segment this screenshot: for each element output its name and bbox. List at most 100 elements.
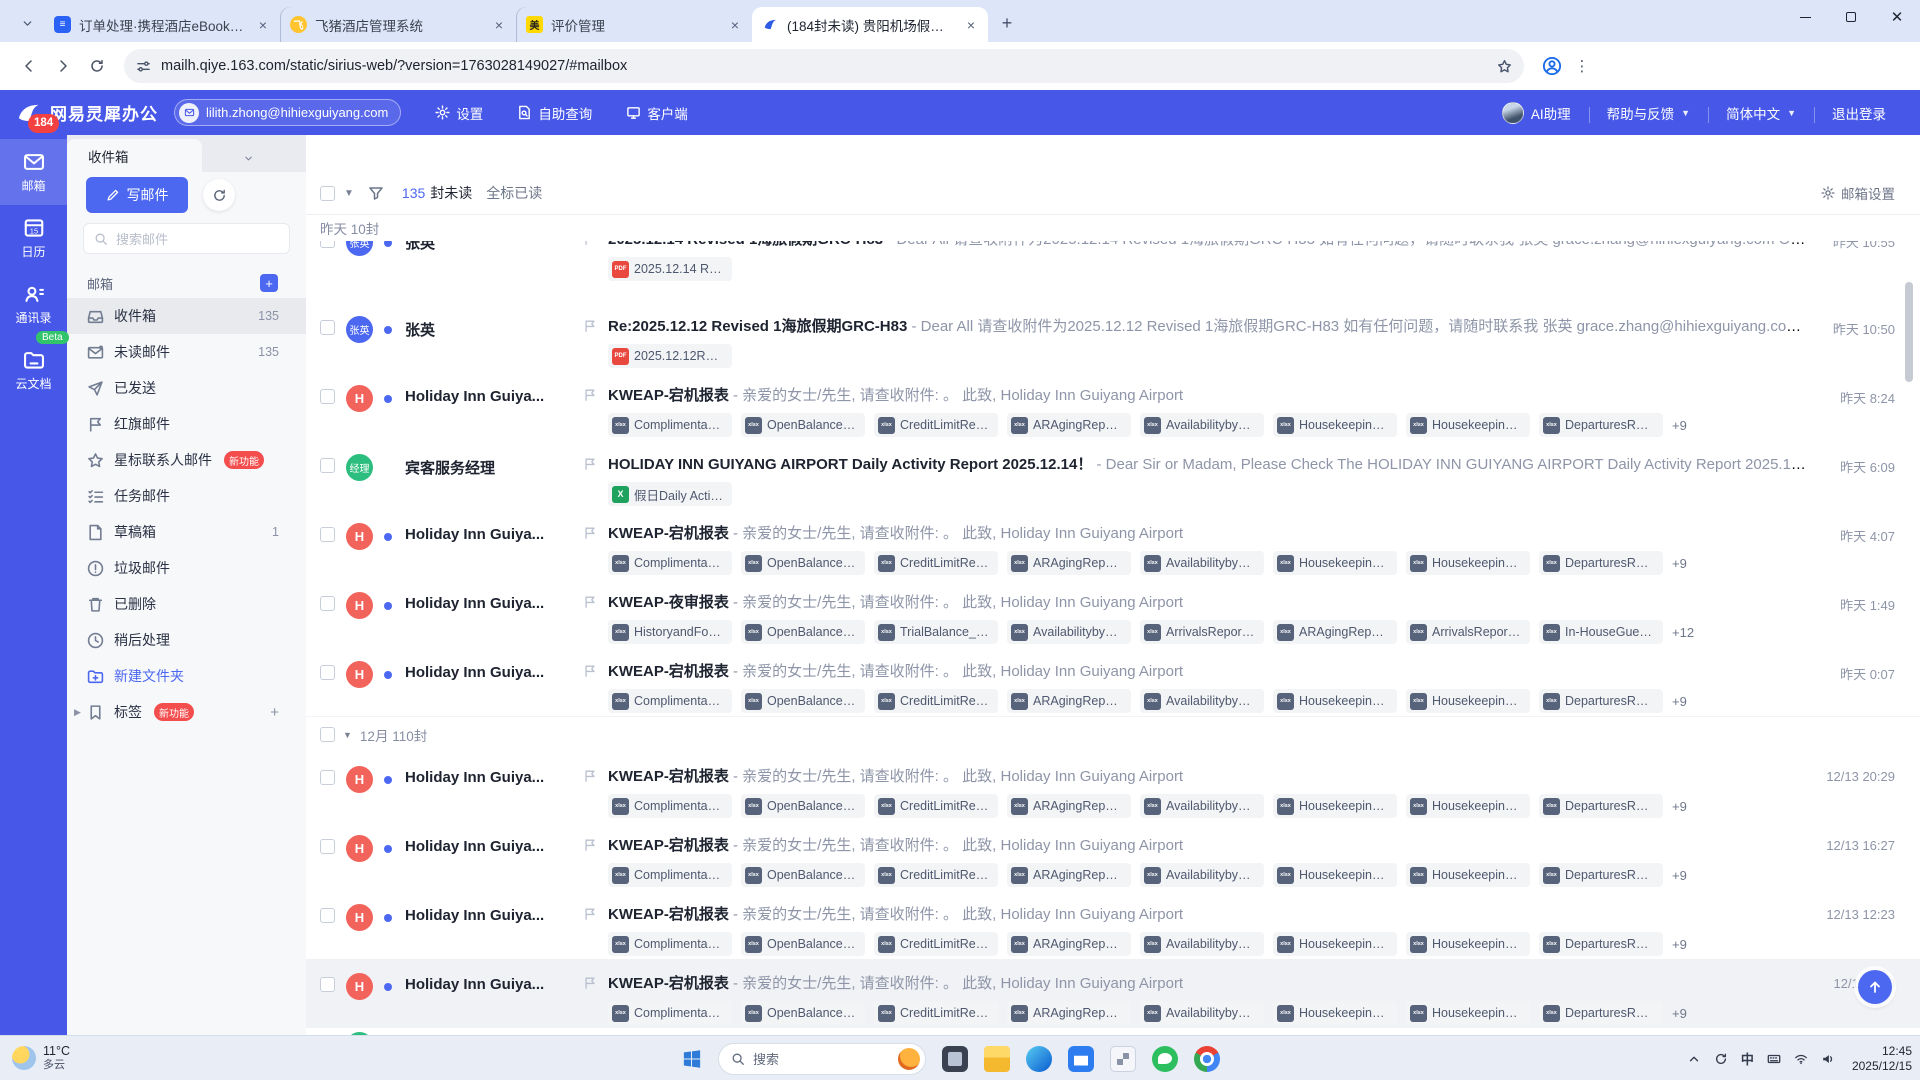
- sync-icon[interactable]: [1714, 1052, 1728, 1066]
- flag-icon[interactable]: [583, 769, 597, 783]
- mail-row[interactable]: 张英 张英 Re:2025.12.12 Revised 1海旅假期GRC-H83 -…: [306, 302, 1920, 371]
- scrollbar-thumb[interactable]: [1905, 282, 1913, 382]
- attachment-chip[interactable]: xlsx Complimentary...: [608, 413, 732, 437]
- row-checkbox[interactable]: [320, 527, 335, 542]
- attachment-chip[interactable]: xlsx AvailabilitybyRo...: [1140, 794, 1264, 818]
- attachment-chip[interactable]: xlsxHousekeepingR...: [1273, 932, 1397, 956]
- mail-row[interactable]: H Holiday Inn Guiya... KWEAP-宕机报表 - 亲爱的女士/…: [306, 647, 1920, 716]
- appbar-right-item[interactable]: 简体中文 ▼: [1708, 103, 1814, 123]
- attachment-chip[interactable]: xlsx Complimentary...: [608, 863, 732, 887]
- attachment-chip[interactable]: xlsxHousekeepingU...: [1406, 794, 1530, 818]
- flag-icon[interactable]: [583, 457, 597, 471]
- mail-row[interactable]: H Holiday Inn Guiya... KWEAP-宕机报表 - 亲爱的女士/…: [306, 371, 1920, 440]
- mail-row[interactable]: 张英 张英 2025.12.14 Revised 1海旅假期GRC-H83 - De…: [306, 241, 1920, 302]
- edge-icon[interactable]: [1026, 1045, 1052, 1072]
- attachment-chip[interactable]: xlsx Complimentary...: [608, 689, 732, 713]
- mail-row[interactable]: H Holiday Inn Guiya... KWEAP-宕机报表 - 亲爱的女士/…: [306, 752, 1920, 821]
- more-attachments-count[interactable]: +9: [1672, 1006, 1687, 1021]
- attachment-chip[interactable]: xlsx AvailabilitybyRo...: [1140, 863, 1264, 887]
- attachment-chip[interactable]: xlsxDeparturesRepo...: [1539, 1001, 1663, 1025]
- attachment-chip[interactable]: xlsxARAgingReport_...: [1273, 620, 1397, 644]
- more-attachments-count[interactable]: +9: [1672, 694, 1687, 709]
- attachment-chip[interactable]: xlsxOpenBalanceRe...: [741, 413, 865, 437]
- appbar-right-item[interactable]: 帮助与反馈 ▼: [1588, 103, 1708, 123]
- row-checkbox[interactable]: [320, 908, 335, 923]
- tab-close-icon[interactable]: ×: [254, 16, 272, 34]
- row-checkbox[interactable]: [320, 839, 335, 854]
- mail-search-input[interactable]: 搜索邮件: [83, 223, 290, 254]
- attachment-chip[interactable]: xlsx ARAgingReport...: [1007, 689, 1131, 713]
- folder-item[interactable]: 未读邮件 135: [67, 334, 306, 370]
- refresh-mail-button[interactable]: [203, 179, 235, 211]
- flag-icon[interactable]: [583, 526, 597, 540]
- row-checkbox[interactable]: [320, 665, 335, 680]
- attachment-chip[interactable]: xlsx AvailabilitybyRo...: [1140, 551, 1264, 575]
- flag-icon[interactable]: [583, 664, 597, 678]
- more-attachments-count[interactable]: +9: [1672, 868, 1687, 883]
- browser-profile-icon[interactable]: [1538, 52, 1566, 80]
- row-checkbox[interactable]: [320, 770, 335, 785]
- address-bar[interactable]: mailh.qiye.163.com/static/sirius-web/?ve…: [124, 49, 1524, 83]
- attachment-chip[interactable]: xlsxOpenBalanceRe...: [741, 1001, 865, 1025]
- appbar-right-item[interactable]: 退出登录: [1814, 103, 1904, 123]
- tab-inbox[interactable]: 收件箱: [67, 139, 202, 172]
- more-attachments-count[interactable]: +9: [1672, 799, 1687, 814]
- add-tag-button[interactable]: +: [270, 704, 279, 721]
- appbar-item-monitor[interactable]: 客户端: [626, 103, 688, 123]
- select-caret-icon[interactable]: ▼: [344, 188, 354, 199]
- attachment-chip[interactable]: xlsxHousekeepingR...: [1273, 794, 1397, 818]
- folder-item[interactable]: 草稿箱 1: [67, 514, 306, 550]
- new-tab-button[interactable]: +: [994, 10, 1020, 36]
- attachment-chip[interactable]: xlsxOpenBalanceRe...: [741, 620, 865, 644]
- attachment-chip[interactable]: xlsxHousekeepingR...: [1273, 1001, 1397, 1025]
- chrome-icon[interactable]: [1194, 1045, 1220, 1072]
- attachment-chip[interactable]: xlsxIn-HouseGuests...: [1539, 620, 1663, 644]
- browser-menu-icon[interactable]: ⋮: [1570, 57, 1594, 75]
- attachment-chip[interactable]: xlsxCreditLimitRepo...: [874, 932, 998, 956]
- attachment-chip[interactable]: xlsxOpenBalanceRe...: [741, 932, 865, 956]
- group-header[interactable]: 昨天 10封: [306, 215, 1920, 241]
- mail-settings-button[interactable]: 邮箱设置: [1821, 183, 1895, 203]
- attachment-chip[interactable]: xlsxHousekeepingU...: [1406, 863, 1530, 887]
- flag-icon[interactable]: [583, 319, 597, 333]
- folder-item[interactable]: 星标联系人邮件 新功能: [67, 442, 306, 478]
- green-chat-app-icon[interactable]: [1152, 1045, 1178, 1072]
- browser-tab-fliggy[interactable]: 飞飞猪酒店管理系统 ×: [280, 7, 516, 42]
- attachment-chip[interactable]: xlsxCreditLimitRepo...: [874, 689, 998, 713]
- row-checkbox[interactable]: [320, 977, 335, 992]
- attachment-chip[interactable]: xlsx AvailabilitybyRo...: [1140, 1001, 1264, 1025]
- mail-row-partial[interactable]: 经理: [306, 1028, 1920, 1035]
- row-checkbox[interactable]: [320, 389, 335, 404]
- more-attachments-count[interactable]: +9: [1672, 556, 1687, 571]
- attachment-chip[interactable]: xlsx ARAgingReport...: [1007, 413, 1131, 437]
- attachment-chip[interactable]: xlsxTrialBalance_202...: [874, 620, 998, 644]
- attachment-chip[interactable]: xlsxCreditLimitRepo...: [874, 413, 998, 437]
- taskbar-weather[interactable]: 11°C 多云: [0, 1044, 70, 1071]
- tab-close-icon[interactable]: ×: [490, 16, 508, 34]
- attachment-chip[interactable]: xlsxHousekeepingU...: [1406, 689, 1530, 713]
- tabs-more-icon[interactable]: [243, 153, 254, 164]
- attachment-chip[interactable]: xlsx ARAgingReport...: [1007, 863, 1131, 887]
- ime-indicator[interactable]: 中: [1741, 1049, 1754, 1068]
- mail-row[interactable]: H Holiday Inn Guiya... KWEAP-宕机报表 - 亲爱的女士/…: [306, 509, 1920, 578]
- attachment-chip[interactable]: X假日Daily Activit...: [608, 482, 732, 506]
- folder-item[interactable]: 已发送: [67, 370, 306, 406]
- attachment-chip[interactable]: PDF2025.12.12Revis...: [608, 344, 732, 368]
- hidden-icons-chevron-icon[interactable]: [1687, 1052, 1701, 1066]
- attachment-chip[interactable]: xlsx Complimentary...: [608, 551, 732, 575]
- tab-close-icon[interactable]: ×: [726, 16, 744, 34]
- attachment-chip[interactable]: xlsxHousekeepingU...: [1406, 932, 1530, 956]
- attachment-chip[interactable]: xlsxCreditLimitRepo...: [874, 863, 998, 887]
- row-checkbox[interactable]: [320, 320, 335, 335]
- browser-tab-netease[interactable]: (184封未读) 贵阳机场假日酒... ×: [752, 7, 988, 42]
- close-button[interactable]: ✕: [1874, 0, 1920, 34]
- browser-tab-ctrip[interactable]: ≡ 订单处理·携程酒店eBooking ×: [44, 7, 280, 42]
- attachment-chip[interactable]: xlsxHousekeepingR...: [1273, 413, 1397, 437]
- row-checkbox[interactable]: [320, 596, 335, 611]
- more-attachments-count[interactable]: +12: [1672, 625, 1694, 640]
- attachment-chip[interactable]: xlsxDeparturesRepo...: [1539, 794, 1663, 818]
- attachment-chip[interactable]: xlsx ARAgingReport...: [1007, 932, 1131, 956]
- taskbar-search[interactable]: 搜索: [718, 1042, 926, 1075]
- row-checkbox[interactable]: [320, 241, 335, 248]
- caret-right-icon[interactable]: ▶: [74, 707, 81, 718]
